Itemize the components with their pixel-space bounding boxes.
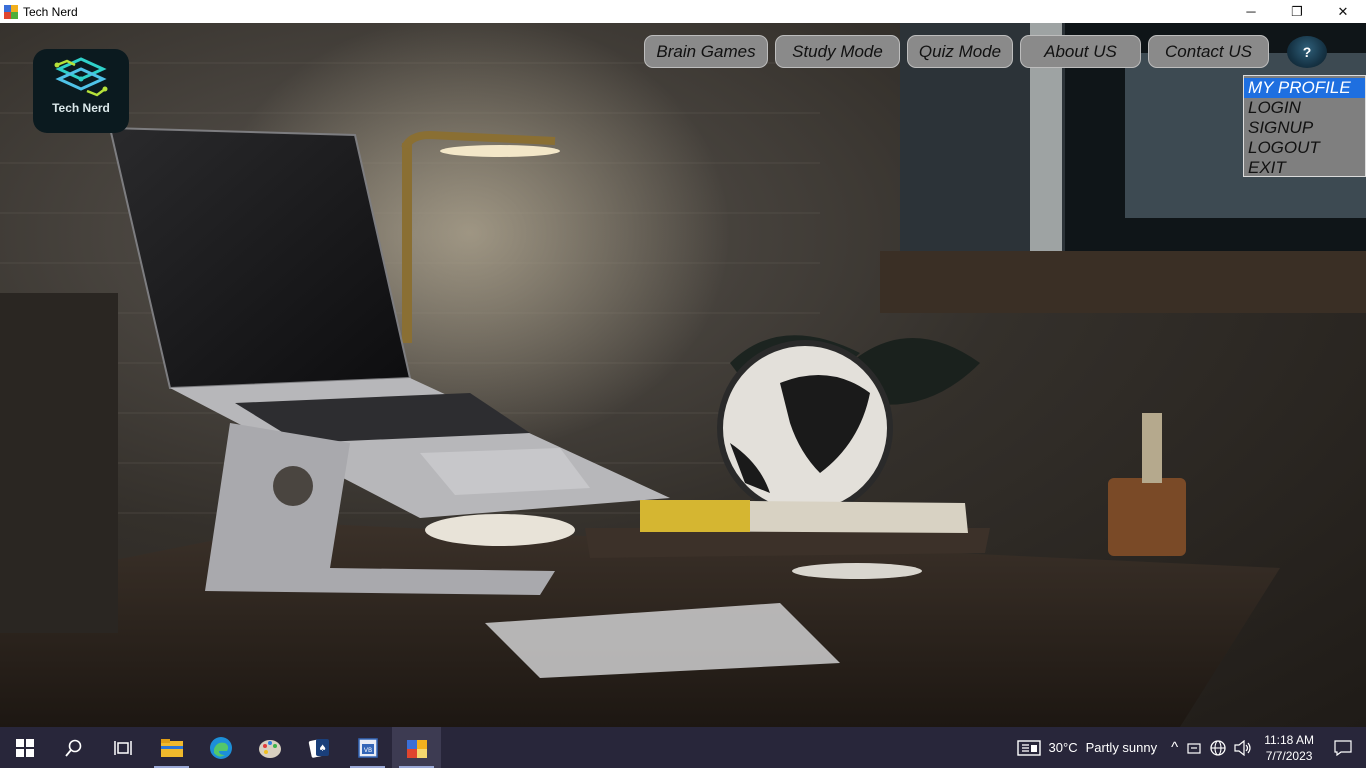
profile-avatar-button[interactable]: ? — [1287, 36, 1327, 68]
task-view-button[interactable] — [98, 727, 147, 768]
tech-nerd-app-icon — [406, 739, 427, 758]
windows-logo-icon — [15, 738, 34, 757]
search-button[interactable] — [49, 727, 98, 768]
volume-icon[interactable] — [1234, 739, 1252, 756]
chevron-up-icon[interactable]: ^ — [1171, 739, 1178, 756]
input-method-icon[interactable] — [1186, 740, 1202, 756]
playing-cards-icon: ♠ — [308, 738, 329, 758]
menu-item-exit[interactable]: EXIT — [1244, 158, 1365, 178]
taskbar: ♠ VB 30°C Partly sunny ^ 11:18 AM 7/7/20… — [0, 727, 1366, 768]
search-icon — [64, 739, 81, 757]
paint-palette-icon — [258, 739, 281, 758]
weather-condition: Partly sunny — [1085, 740, 1158, 755]
notification-icon — [1334, 739, 1352, 756]
logo-text: Tech Nerd — [52, 101, 110, 115]
window-title: Tech Nerd — [23, 4, 78, 19]
main-nav: Brain Games Study Mode Quiz Mode About U… — [644, 35, 1269, 68]
weather-widget[interactable]: 30°C Partly sunny — [1016, 739, 1158, 757]
question-mark-icon: ? — [1302, 44, 1312, 60]
brain-games-button[interactable]: Brain Games — [644, 35, 768, 68]
circuit-logo-icon — [54, 57, 108, 97]
network-globe-icon[interactable] — [1210, 739, 1226, 756]
menu-item-signup[interactable]: SIGNUP — [1244, 118, 1365, 138]
task-view-icon — [113, 740, 132, 755]
folder-icon — [160, 738, 183, 757]
svg-text:♠: ♠ — [318, 744, 326, 754]
news-weather-icon — [1016, 739, 1041, 756]
main-content: Tech Nerd Brain Games Study Mode Quiz Mo… — [0, 23, 1366, 727]
edge-browser-icon — [209, 736, 232, 759]
paint-button[interactable] — [245, 727, 294, 768]
title-bar: Tech Nerd ─ ❐ ✕ — [0, 0, 1366, 23]
menu-item-logout[interactable]: LOGOUT — [1244, 138, 1365, 158]
clock[interactable]: 11:18 AM 7/7/2023 — [1264, 732, 1314, 764]
tech-nerd-app-button[interactable] — [392, 727, 441, 768]
quiz-mode-button[interactable]: Quiz Mode — [907, 35, 1013, 68]
about-us-button[interactable]: About US — [1020, 35, 1141, 68]
clock-time: 11:18 AM — [1264, 732, 1314, 747]
system-tray: 30°C Partly sunny ^ 11:18 AM 7/7/2023 — [1016, 727, 1366, 768]
study-mode-button[interactable]: Study Mode — [775, 35, 900, 68]
notification-center-button[interactable] — [1334, 739, 1352, 756]
menu-item-login[interactable]: LOGIN — [1244, 98, 1365, 118]
start-button[interactable] — [0, 727, 49, 768]
edge-button[interactable] — [196, 727, 245, 768]
solitaire-button[interactable]: ♠ — [294, 727, 343, 768]
speaker-icon — [1234, 739, 1251, 756]
menu-item-my-profile[interactable]: MY PROFILE — [1244, 78, 1365, 98]
ime-icon — [1187, 742, 1201, 754]
app-icon — [4, 4, 18, 19]
clock-date: 7/7/2023 — [1265, 748, 1313, 763]
background-photo — [0, 23, 1366, 727]
maximize-button[interactable]: ❐ — [1274, 0, 1320, 23]
svg-text:VB: VB — [363, 747, 371, 754]
visual-basic-button[interactable]: VB — [343, 727, 392, 768]
vb-icon: VB — [357, 737, 378, 758]
weather-temperature: 30°C — [1048, 740, 1078, 755]
globe-icon — [1210, 739, 1226, 756]
contact-us-button[interactable]: Contact US — [1148, 35, 1269, 68]
profile-dropdown-menu: MY PROFILE LOGIN SIGNUP LOGOUT EXIT — [1243, 75, 1366, 177]
tech-nerd-logo: Tech Nerd — [33, 49, 129, 133]
close-button[interactable]: ✕ — [1320, 0, 1366, 23]
file-explorer-button[interactable] — [147, 727, 196, 768]
minimize-button[interactable]: ─ — [1228, 0, 1274, 23]
